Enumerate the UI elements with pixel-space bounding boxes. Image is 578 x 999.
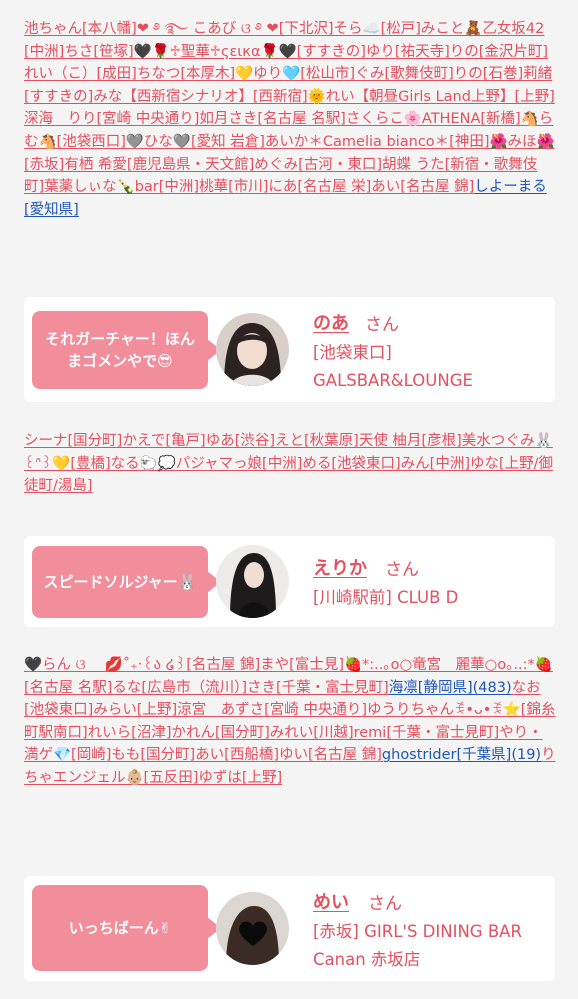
avatar[interactable] [216,313,289,386]
cast-name[interactable]: めい [313,888,349,914]
shop-link[interactable]: [川崎駅前] CLUB D [313,584,549,612]
cast-name[interactable]: えりか [313,554,367,580]
comment-bubble: スピードソルジャー🐰 [32,546,221,618]
honorific: さん [368,894,402,914]
cast-link[interactable]: 海凛[静岡県](483) [389,680,512,696]
avatar[interactable] [216,545,289,618]
cast-link[interactable]: ghostrider[千葉県](19) [382,747,541,763]
honorific: さん [385,560,419,580]
cast-links[interactable]: 池ちゃん[本八幡]❤︎ ࿔ ࿐ こあび ଓ ࿔ ❤︎[下北沢]そら☁️[松戸]み… [24,21,555,195]
cast-link-list: 池ちゃん[本八幡]❤︎ ࿔ ࿐ こあび ଓ ࿔ ❤︎[下北沢]そら☁️[松戸]み… [24,18,556,221]
cast-links[interactable]: シーナ[国分町]かえで[亀戸]ゆあ[渋谷]えと[秋葉原]天使 柚月[彦根]美水つ… [24,433,553,494]
honorific: さん [365,315,399,335]
cast-card[interactable]: いっちばーん✌ めい さん [赤坂] GIRL'S DINING BAR Can… [24,876,555,981]
comment-bubble: いっちばーん✌ [32,885,221,971]
cast-link-list: シーナ[国分町]かえで[亀戸]ゆあ[渋谷]えと[秋葉原]天使 柚月[彦根]美水つ… [24,430,556,498]
cast-card[interactable]: それガーチャー！ほんまゴメンやで😎 のあ さん [池袋東口] GALSBAR&L… [24,297,555,402]
avatar[interactable] [216,892,289,965]
comment-bubble: それガーチャー！ほんまゴメンやで😎 [32,311,221,389]
shop-link[interactable]: [池袋東口] GALSBAR&LOUNGE [313,339,549,395]
cast-card[interactable]: スピードソルジャー🐰 えりか さん [川崎駅前] CLUB D [24,536,555,627]
cast-link-list: 🖤らん ଓ 💋˚₊‧꒰ა ໒꒱[名古屋 錦]まや[富士見]🍓*:..｡o○竜宮 … [24,654,556,790]
shop-link[interactable]: [赤坂] GIRL'S DINING BAR Canan 赤坂店 [313,918,549,974]
cast-name[interactable]: のあ [313,309,349,335]
